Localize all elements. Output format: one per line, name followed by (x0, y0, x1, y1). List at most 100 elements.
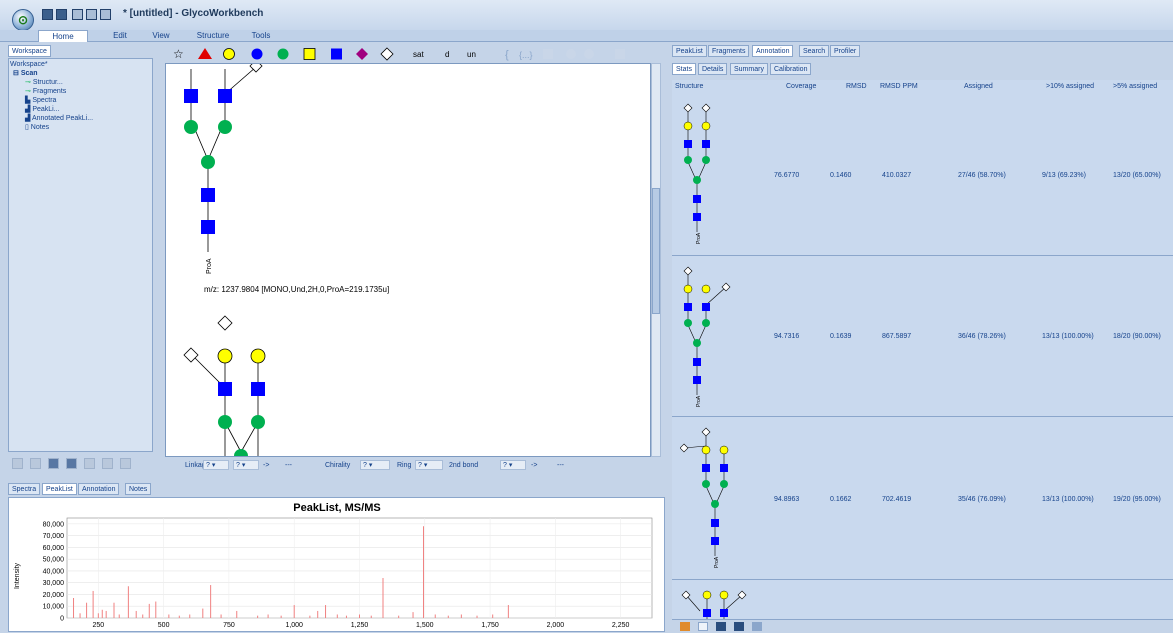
tab-peaklist-right[interactable]: PeakList (672, 45, 707, 57)
fucose-icon[interactable] (198, 48, 212, 59)
open-icon[interactable] (72, 9, 83, 20)
tab-fragments[interactable]: Fragments (708, 45, 750, 57)
tab-annotation-right[interactable]: Annotation (752, 45, 794, 57)
col-assigned[interactable]: Assigned (964, 83, 993, 90)
galnac-icon[interactable] (303, 48, 316, 60)
tab-structure[interactable]: Structure (190, 30, 236, 42)
tab-view[interactable]: View (146, 30, 176, 42)
glucose-blue-icon[interactable] (251, 48, 263, 60)
ring-select[interactable]: ? ▾ (415, 460, 443, 470)
un-button[interactable]: un (467, 50, 476, 59)
neugc-residue[interactable] (217, 315, 233, 331)
tree-item-spectra[interactable]: ▙ Spectra (25, 96, 56, 104)
galactose-residue[interactable] (217, 348, 233, 364)
glcnac-residue[interactable] (201, 220, 215, 234)
neugc-residue[interactable] (183, 347, 199, 363)
mannose-icon[interactable] (277, 48, 289, 60)
customize-icon[interactable] (100, 9, 111, 20)
delete-icon[interactable] (102, 458, 113, 469)
edit-icon[interactable] (84, 458, 95, 469)
orientation-icon[interactable] (615, 49, 625, 59)
col-gt10-assigned[interactable]: >10% assigned (1046, 83, 1094, 90)
save-as-icon[interactable] (66, 458, 77, 469)
rotate-left-icon[interactable] (566, 49, 576, 59)
col-rmsd-ppm[interactable]: RMSD PPM (880, 83, 918, 90)
col-rmsd[interactable]: RMSD (846, 83, 867, 90)
table-row[interactable] (672, 581, 1173, 620)
second-bond-select[interactable]: ? ▾ (500, 460, 526, 470)
second-bond-dots[interactable]: --- (557, 462, 564, 469)
galactose-icon[interactable] (223, 48, 235, 60)
col-structure[interactable]: Structure (675, 83, 703, 90)
tree-root[interactable]: Workspace* (10, 61, 48, 68)
tab-tools[interactable]: Tools (246, 30, 276, 42)
neuac-icon[interactable] (356, 48, 368, 60)
tab-annotation[interactable]: Annotation (78, 483, 120, 495)
mannose-residue[interactable] (251, 415, 265, 429)
table-row[interactable]: ProA 94.8963 0.1662 702.4619 35/46 (76.0… (672, 418, 1173, 580)
redo-icon[interactable] (30, 458, 41, 469)
scrollbar-thumb[interactable] (652, 188, 660, 314)
save-icon[interactable] (42, 9, 53, 20)
d-button[interactable]: d (445, 50, 449, 59)
subtab-details[interactable]: Details (698, 63, 728, 75)
tab-home[interactable]: Home (38, 30, 88, 42)
linkage-select-2[interactable]: ? ▾ (233, 460, 259, 470)
repeat-icon[interactable]: {...} (519, 50, 533, 60)
subtab-summary[interactable]: Summary (730, 63, 768, 75)
tree-scan[interactable]: ⊟ Scan (13, 69, 38, 77)
glcnac-residue[interactable] (218, 382, 232, 396)
col-gt5-assigned[interactable]: >5% assigned (1113, 83, 1157, 90)
linkage-select-1[interactable]: ? ▾ (203, 460, 229, 470)
col-coverage[interactable]: Coverage (786, 83, 816, 90)
tab-spectra[interactable]: Spectra (8, 483, 41, 495)
subtab-calibration[interactable]: Calibration (770, 63, 812, 75)
print-icon[interactable] (752, 622, 762, 631)
tree-item-peaklist[interactable]: ▟ PeakLi... (25, 105, 60, 113)
tab-notes[interactable]: Notes (125, 483, 152, 495)
undo-icon[interactable] (12, 458, 23, 469)
glcnac-residue[interactable] (184, 89, 198, 103)
mannose-residue[interactable] (218, 415, 232, 429)
properties-icon[interactable] (120, 458, 131, 469)
tree-item-fragments[interactable]: ⊸ Fragments (25, 87, 66, 95)
mannose-residue[interactable] (201, 155, 215, 169)
tree-item-annotated-peaklist[interactable]: ▟ Annotated PeakLi... (25, 114, 93, 122)
star-icon[interactable]: ☆ (173, 47, 184, 61)
chirality-select[interactable]: ? ▾ (360, 460, 390, 470)
sat-button[interactable]: sat (413, 50, 424, 59)
glcnac-residue[interactable] (218, 89, 232, 103)
application-menu-button[interactable]: ⊙ (12, 9, 34, 31)
add-annotation-icon[interactable] (680, 622, 690, 631)
tree-item-structures[interactable]: ⊸ Structur... (25, 78, 63, 86)
save-all-icon[interactable] (56, 9, 67, 20)
tab-search[interactable]: Search (799, 45, 830, 57)
tab-workspace[interactable]: Workspace (8, 45, 51, 57)
tab-peaklist[interactable]: PeakList (42, 483, 77, 495)
subtab-stats[interactable]: Stats (672, 63, 696, 75)
mannose-residue[interactable] (234, 449, 248, 457)
collapse-icon[interactable]: ⊟ (13, 70, 21, 77)
table-row[interactable]: ProA 76.6770 0.1460 410.0327 27/46 (58.7… (672, 94, 1173, 256)
tab-profiler[interactable]: Profiler (830, 45, 861, 57)
mannose-residue[interactable] (184, 120, 198, 134)
cut-icon[interactable] (543, 49, 553, 59)
glcnac-residue[interactable] (251, 382, 265, 396)
table-row[interactable]: ProA 94.7316 0.1639 867.5897 36/46 (78.2… (672, 257, 1173, 417)
peaklist-chart[interactable]: PeakList, MS/MS Intensity 80,000 70,000 60… (9, 498, 664, 631)
linkage-dots[interactable]: --- (285, 462, 292, 469)
save-icon[interactable] (716, 622, 726, 631)
new-icon[interactable] (698, 622, 708, 631)
save-as-icon[interactable] (734, 622, 744, 631)
galactose-residue[interactable] (250, 348, 266, 364)
rotate-right-icon[interactable] (584, 49, 594, 59)
glcnac-icon[interactable] (331, 48, 342, 60)
print-icon[interactable] (86, 9, 97, 20)
glcnac-residue[interactable] (201, 188, 215, 202)
tree-item-notes[interactable]: ▯ Notes (25, 123, 49, 131)
structure-canvas[interactable]: ProA m/z: 1237.9804 [MONO,Und,2H,0,ProA=… (165, 63, 651, 457)
bracket-icon[interactable]: { (505, 49, 509, 61)
mannose-residue[interactable] (218, 120, 232, 134)
tab-edit[interactable]: Edit (100, 30, 140, 42)
save-icon[interactable] (48, 458, 59, 469)
